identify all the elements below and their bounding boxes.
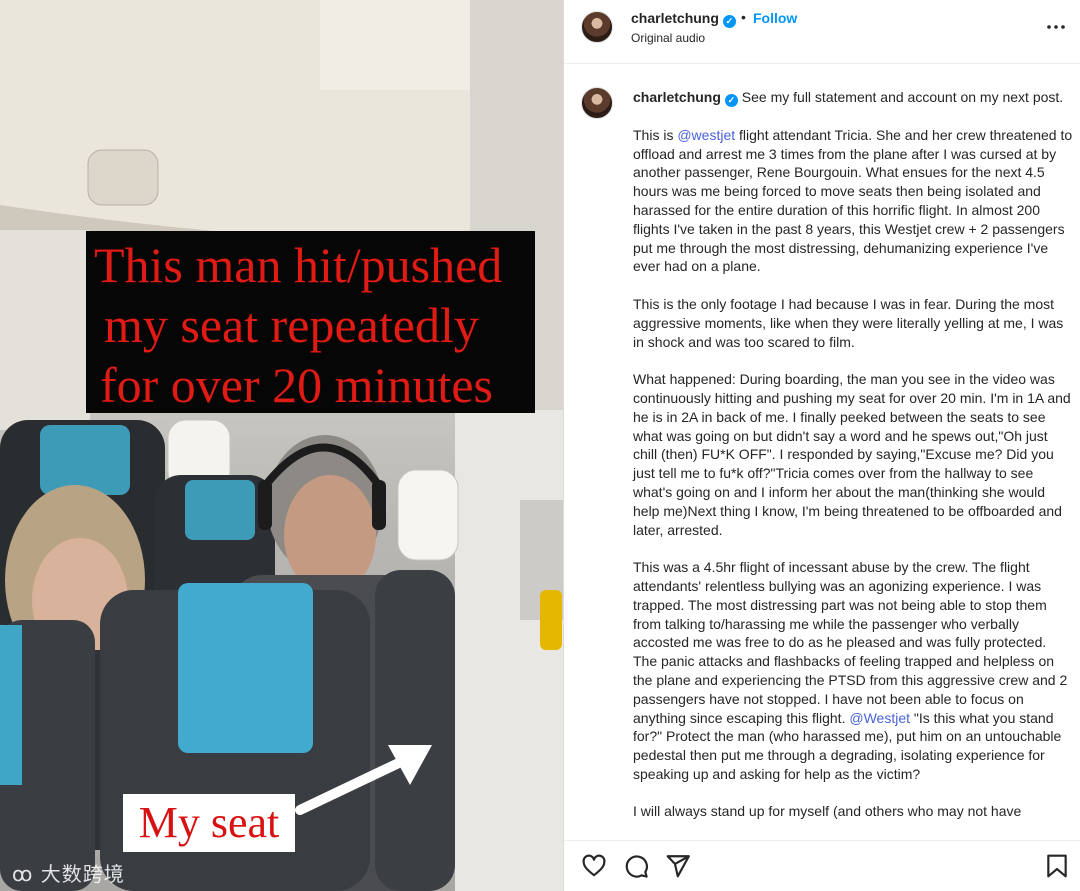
audio-link[interactable]: Original audio (631, 31, 705, 45)
caption-intro: See my full statement and account on my … (741, 89, 1064, 105)
post-panel: charletchung ✓ • Follow Original audio ch… (563, 0, 1080, 891)
bookmark-icon[interactable] (1044, 853, 1070, 879)
comments-scroll-area[interactable]: charletchung ✓ See my full statement and … (564, 65, 1080, 840)
verified-badge-icon: ✓ (722, 15, 736, 28)
caption-paragraph-1: This is @westjet flight attendant Tricia… (633, 126, 1073, 276)
caption-avatar[interactable] (581, 87, 613, 119)
caption-p4-start: This was a 4.5hr flight of incessant abu… (633, 559, 1068, 726)
post-media[interactable]: This man hit/pushed my seat repeatedly f… (0, 0, 563, 891)
verified-badge-icon: ✓ (724, 94, 738, 107)
mention-link[interactable]: @westjet (677, 127, 735, 143)
caption-paragraph-3: What happened: During boarding, the man … (633, 371, 1071, 538)
caption-line-3: for over 20 minutes (100, 357, 493, 413)
caption-username[interactable]: charletchung (633, 89, 721, 105)
avatar[interactable] (581, 11, 613, 43)
post-header: charletchung ✓ • Follow Original audio (564, 0, 1080, 64)
caption-paragraph-4: This was a 4.5hr flight of incessant abu… (633, 558, 1073, 784)
follow-button[interactable]: Follow (753, 10, 797, 26)
my-seat-label: My seat (123, 794, 295, 852)
caption-line-1: This man hit/pushed (94, 237, 503, 293)
heart-icon[interactable] (581, 853, 607, 879)
caption-line-2: my seat repeatedly (104, 297, 479, 353)
header-username[interactable]: charletchung ✓ (631, 10, 736, 28)
video-caption-overlay: This man hit/pushed my seat repeatedly f… (86, 231, 535, 413)
post-caption: charletchung ✓ See my full statement and … (633, 88, 1073, 821)
caption-p1-start: This is (633, 126, 678, 143)
watermark-text: 大数跨境 (40, 862, 125, 886)
header-separator: • (741, 9, 746, 25)
more-options-icon[interactable] (1044, 15, 1068, 39)
airplane-cabin-photo (0, 0, 563, 891)
caption-paragraph-5: I will always stand up for myself (and o… (633, 803, 1022, 820)
header-username-text[interactable]: charletchung (631, 10, 719, 26)
caption-paragraph-2: This is the only footage I had because I… (633, 295, 1064, 350)
share-icon[interactable] (665, 853, 691, 879)
watermark-logo-icon: ꝏ (12, 862, 41, 886)
comment-icon[interactable] (623, 853, 649, 879)
caption-p1-end: flight attendant Tricia. She and her cre… (633, 126, 1073, 275)
mention-link[interactable]: @Westjet (849, 710, 910, 726)
action-bar (564, 840, 1080, 891)
watermark: ꝏ 大数跨境 (12, 858, 125, 887)
